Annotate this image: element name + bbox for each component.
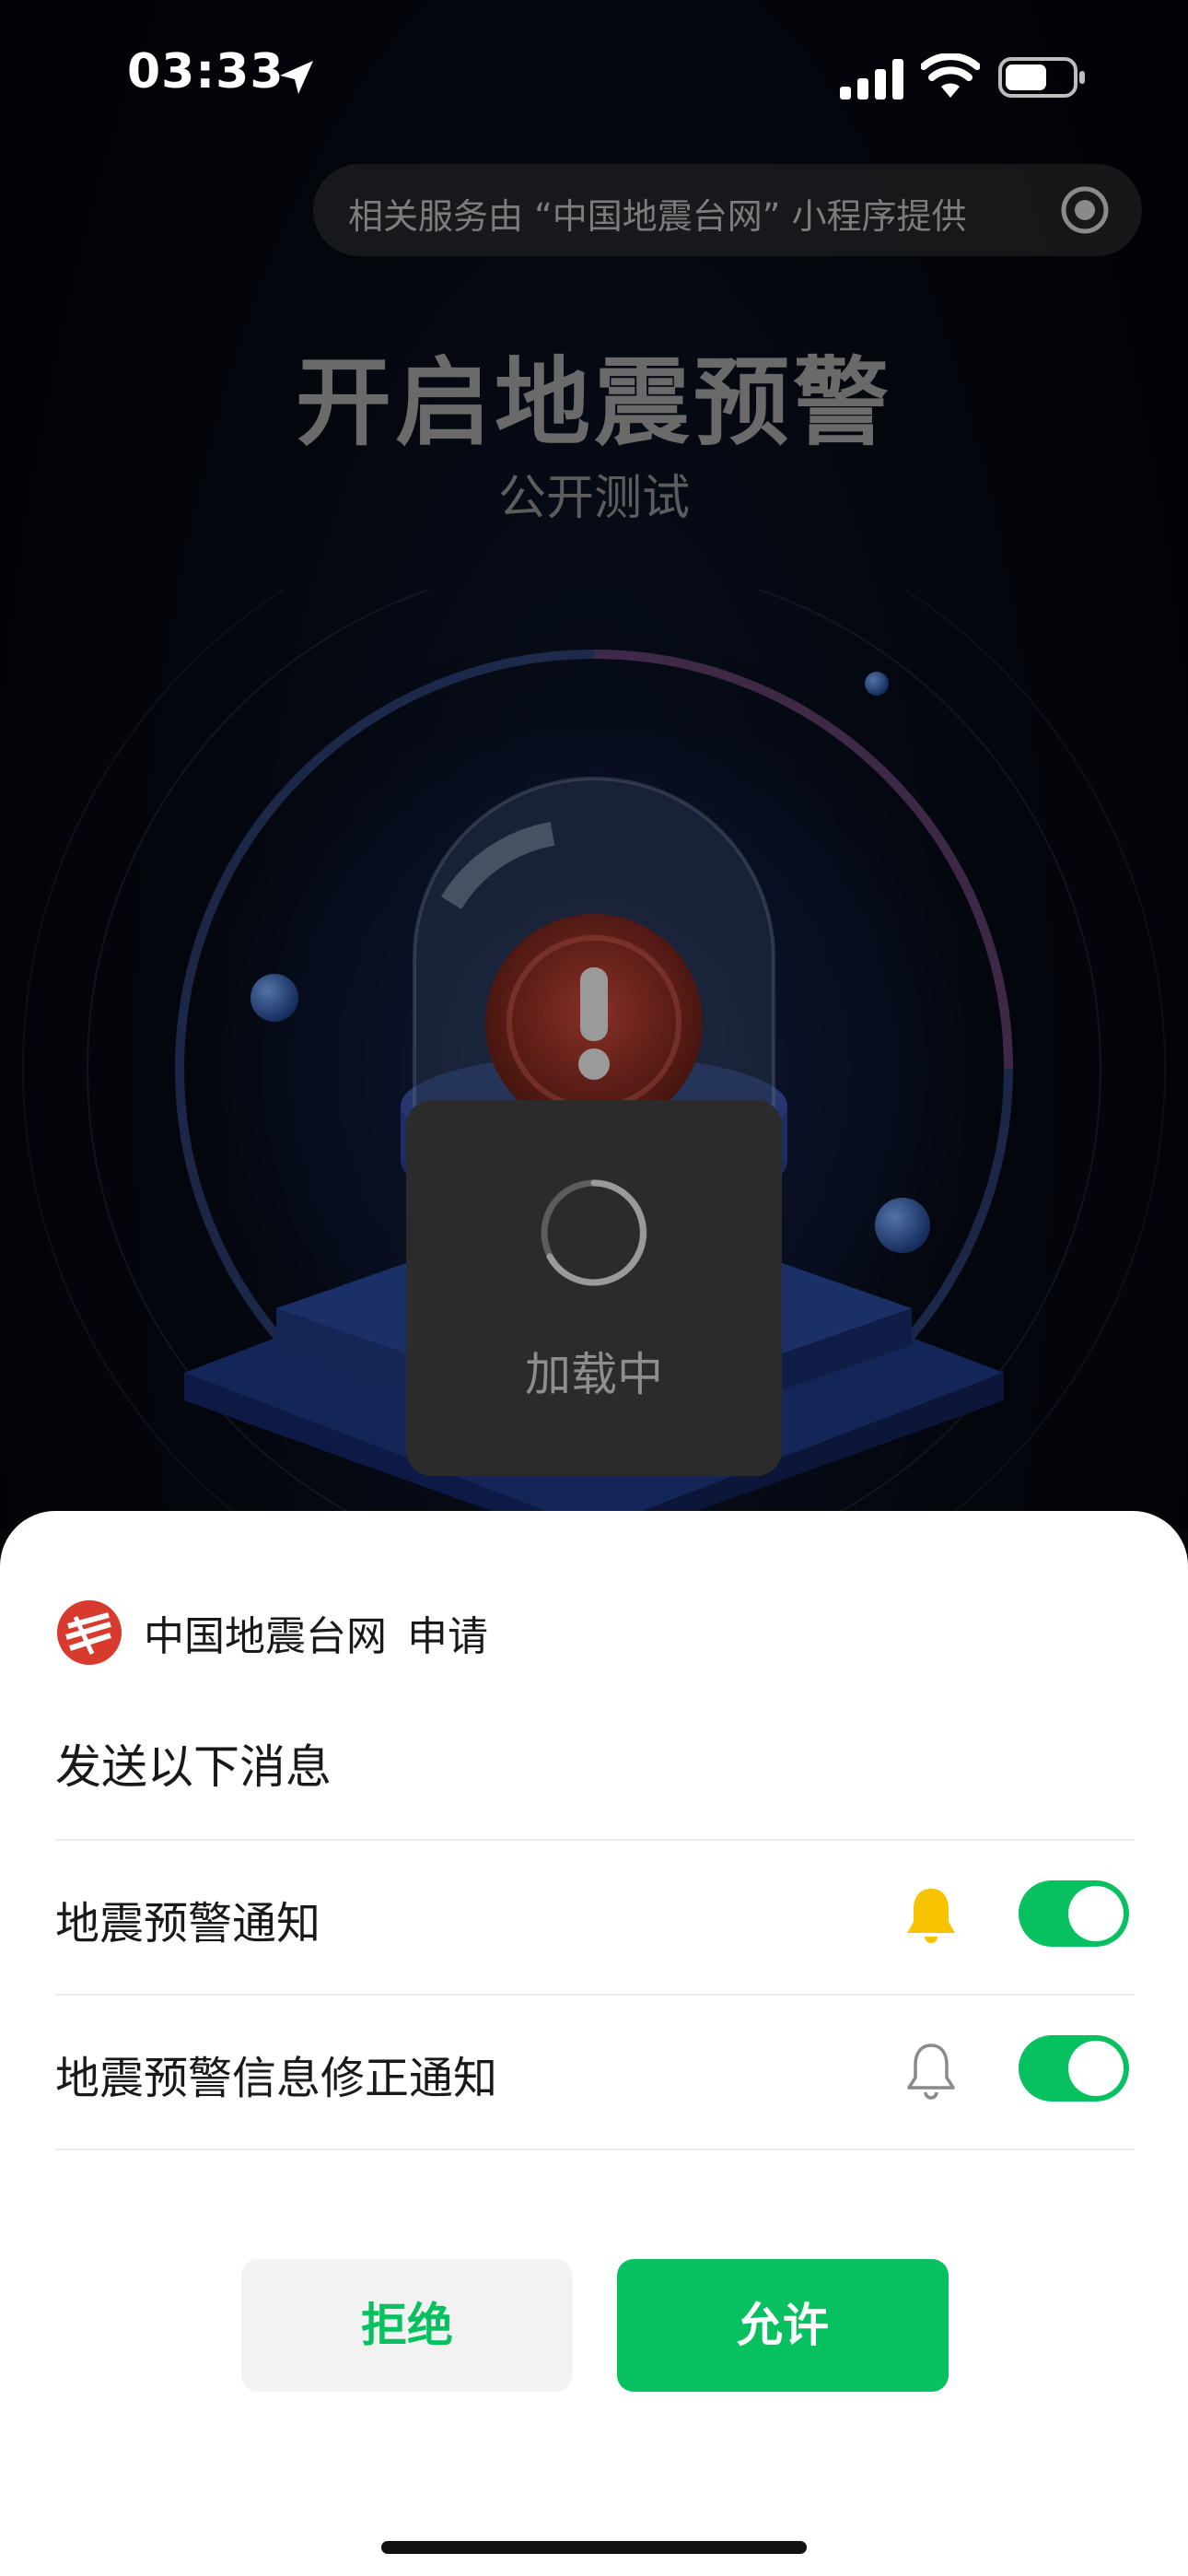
page-title: 开启地震预警 — [295, 346, 892, 459]
wifi-icon — [921, 53, 980, 98]
spinner-icon — [541, 1179, 647, 1286]
app-name: 中国地震台网 — [144, 1613, 387, 1660]
bell-filled-icon — [907, 1889, 955, 1943]
request-label: 申请 — [407, 1613, 488, 1660]
status-time: 03:33 — [127, 44, 285, 100]
loading-text: 加载中 — [525, 1348, 663, 1401]
toggle-knob — [1068, 1886, 1124, 1941]
correction-notification-toggle[interactable] — [1019, 2035, 1129, 2102]
notification-label: 地震预警通知 — [55, 1898, 321, 1950]
list-item: 地震预警信息修正通知 — [55, 1996, 1135, 2149]
loading-toast: 加载中 — [406, 1100, 782, 1476]
permission-sheet: 中国地震台网 申请 发送以下消息 地震预警通知 地震预警信息修正通知 拒绝 允许 — [0, 1511, 1188, 2576]
service-provider-text: 相关服务由 “中国地震台网” 小程序提供 — [348, 196, 967, 237]
page-subtitle: 公开测试 — [497, 471, 690, 526]
location-arrow-icon — [280, 61, 313, 94]
reject-button[interactable]: 拒绝 — [241, 2259, 573, 2392]
home-indicator[interactable] — [381, 2541, 807, 2554]
correction-notification-label: 地震预警信息修正通知 — [55, 2053, 498, 2104]
service-provider-banner[interactable]: 相关服务由 “中国地震台网” 小程序提供 — [313, 164, 1142, 256]
battery-icon — [998, 57, 1085, 98]
app-header: 中国地震台网 申请 — [55, 1598, 488, 1668]
target-icon[interactable] — [1059, 184, 1111, 236]
allow-button[interactable]: 允许 — [617, 2259, 949, 2392]
status-bar: 03:33 — [0, 37, 1188, 129]
signal-icon — [840, 59, 903, 100]
send-title: 发送以下消息 — [55, 1740, 332, 1794]
app-logo-icon — [57, 1600, 122, 1665]
bell-outline-icon — [907, 2043, 955, 2100]
toggle-knob — [1068, 2041, 1124, 2096]
notification-toggle[interactable] — [1019, 1880, 1129, 1947]
list-item: 地震预警通知 — [55, 1841, 1135, 1994]
divider — [55, 2149, 1135, 2150]
